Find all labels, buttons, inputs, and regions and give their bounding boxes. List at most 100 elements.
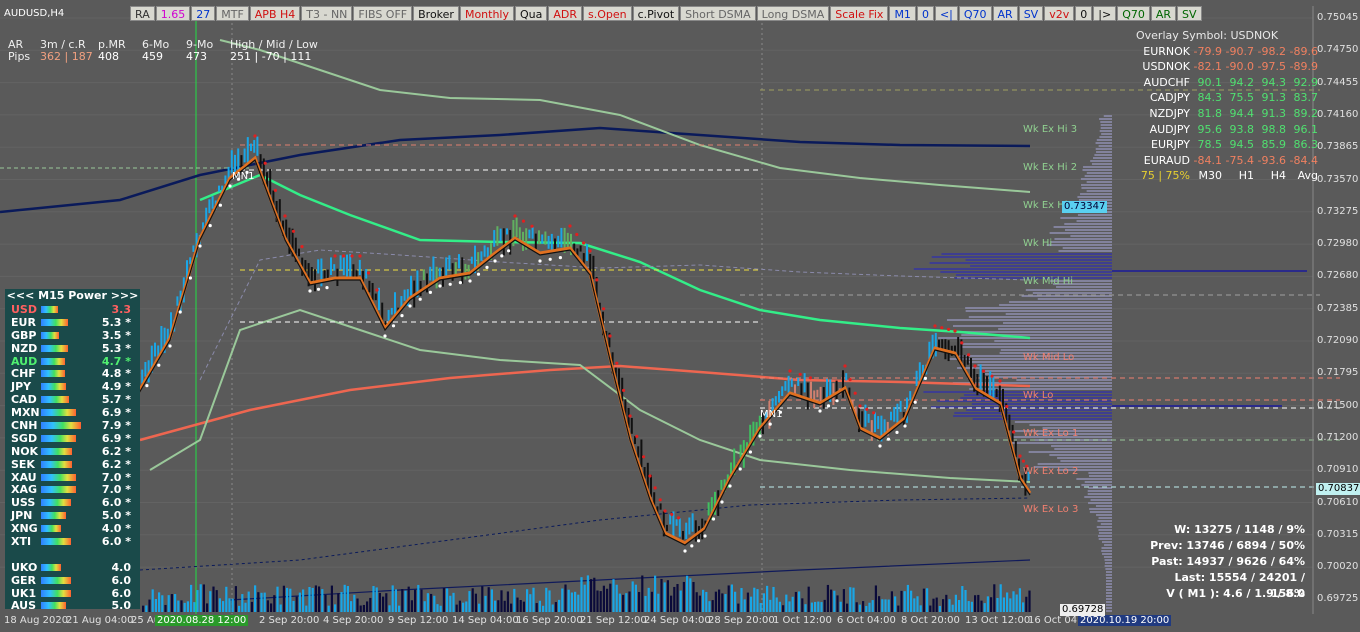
stats-value: 251 | -70 | 111	[230, 50, 312, 63]
toolbar-button[interactable]: AR	[1150, 6, 1177, 21]
stats-value: 408	[98, 50, 119, 63]
toolbar-button[interactable]: <|	[934, 6, 958, 21]
toolbar-button[interactable]: RA	[130, 6, 155, 21]
mn1-marker-2: MN1	[760, 409, 783, 420]
overlay-value: 94.2	[1229, 75, 1255, 89]
power-row: GBP 3.5 *	[5, 329, 140, 342]
overlay-value: 75.5	[1229, 91, 1255, 105]
level-label: Wk Ex Lo 1	[1023, 428, 1079, 439]
power-bar	[41, 551, 101, 558]
power-currency: GER	[11, 573, 37, 587]
power-row: USD 3.3	[5, 303, 140, 316]
level-label: Wk Lo	[1023, 390, 1054, 401]
overlay-row: AUDCHF 90.1 94.2 94.3 92.9	[1118, 75, 1318, 91]
level-label: Wk Ex Lo 3	[1023, 504, 1079, 515]
overlay-row: USDNOK -82.1 -90.0 -97.5 -89.9	[1118, 59, 1318, 75]
overlay-value: -75.4	[1225, 153, 1254, 167]
power-value: 6.0	[111, 586, 132, 600]
power-bar	[41, 383, 66, 391]
overlay-pair: NZDJPY	[1149, 106, 1190, 120]
overlay-value: 95.6	[1197, 122, 1223, 136]
toolbar-button[interactable]: ADR	[548, 6, 583, 21]
toolbar-button[interactable]: T3 - NN	[301, 6, 353, 21]
power-value: 4.9 *	[101, 380, 131, 394]
power-bar	[41, 409, 76, 417]
overlay-pair: USDNOK	[1142, 60, 1190, 74]
overlay-value: 96.1	[1293, 122, 1319, 136]
overlay-pct: 75 | 75%	[1140, 169, 1190, 183]
toolbar-button[interactable]: MTF	[216, 6, 249, 21]
power-row: EUR 5.3 *	[5, 316, 140, 329]
power-value: 7.0 *	[101, 483, 131, 497]
power-currency: JPN	[11, 509, 33, 523]
power-bar	[41, 576, 71, 584]
power-bar	[41, 357, 65, 365]
toolbar-button[interactable]: 27	[191, 6, 216, 21]
overlay-panel: Overlay Symbol: USDNOK EURNOK -79.9 -90.7-…	[1118, 28, 1318, 184]
toolbar-button[interactable]: Broker	[413, 6, 459, 21]
toolbar-button[interactable]: APB H4	[249, 6, 301, 21]
overlay-value: 90.1	[1197, 75, 1223, 89]
toolbar-button[interactable]: FIBS OFF	[353, 6, 413, 21]
level-label: Wk Ex Hi 2	[1023, 162, 1078, 173]
price-axis-label: 0.70610	[1317, 496, 1359, 508]
stats-value: 473	[186, 50, 207, 63]
overlay-pair: EURAUD	[1143, 153, 1190, 167]
power-currency: UK1	[11, 586, 37, 600]
toolbar-button[interactable]: 1.65	[155, 6, 191, 21]
time-axis-label: 28 Sep 20:00	[708, 615, 775, 626]
power-value: 3.3	[111, 302, 132, 316]
toolbar-button[interactable]: Long DSMA	[756, 6, 830, 21]
power-bar	[41, 460, 72, 468]
toolbar-button[interactable]: Q70	[1117, 6, 1150, 21]
price-axis-label: 0.72090	[1317, 335, 1359, 346]
price-axis-label: 0.71500	[1317, 399, 1359, 411]
power-row: XAU 7.0 *	[5, 471, 140, 484]
toolbar-button[interactable]: s.Open	[583, 6, 632, 21]
overlay-pair: EURNOK	[1143, 44, 1190, 58]
toolbar-button[interactable]: 0	[916, 6, 934, 21]
power-row: XTI 6.0 *	[5, 535, 140, 548]
toolbar-button[interactable]: Scale Fix	[830, 6, 889, 21]
toolbar-button[interactable]: c.Pivot	[632, 6, 680, 21]
overlay-value: 94.3	[1261, 75, 1287, 89]
overlay-value: -93.6	[1257, 153, 1286, 167]
level-label: Wk Mid Lo	[1023, 352, 1075, 363]
time-axis-label: 2020.08.28 12:00	[155, 615, 249, 626]
power-bar	[41, 421, 81, 429]
toolbar-button[interactable]: Q70	[958, 6, 992, 21]
power-value: 4.0 *	[101, 522, 131, 536]
toolbar-button[interactable]: SV	[1018, 6, 1044, 21]
power-currency: EUR	[11, 315, 36, 329]
power-currency: CHF	[11, 367, 36, 381]
overlay-value: 78.5	[1197, 138, 1223, 152]
toolbar-button[interactable]: M1	[889, 6, 916, 21]
toolbar-button[interactable]: v2v	[1044, 6, 1075, 21]
time-axis-label: 2020.10.19 20:00	[1078, 615, 1172, 626]
power-bar	[41, 602, 66, 610]
power-currency: CNH	[11, 418, 38, 432]
toolbar-button[interactable]: Monthly	[459, 6, 514, 21]
power-row: NOK 6.2 *	[5, 445, 140, 458]
price-axis-label: 0.75045	[1317, 12, 1359, 23]
toolbar-button[interactable]: |>	[1093, 6, 1117, 21]
power-currency: CAD	[11, 393, 37, 407]
overlay-row: AUDJPY 95.6 93.8 98.8 96.1	[1118, 122, 1318, 138]
power-currency: XTI	[11, 534, 32, 548]
power-row: NZD 5.3 *	[5, 342, 140, 355]
power-value: 4.7 *	[101, 354, 131, 368]
toolbar-button[interactable]: SV	[1177, 6, 1202, 21]
level-label: Wk Ex Lo 2	[1023, 466, 1079, 477]
toolbar-button[interactable]: AR	[992, 6, 1018, 21]
power-currency: AUD	[11, 354, 38, 368]
price-axis-label: 0.73275	[1317, 205, 1359, 217]
toolbar-button[interactable]: 0	[1075, 6, 1093, 21]
time-axis-label: 13 Oct 12:00	[965, 615, 1031, 626]
price-axis-label: 0.73570	[1317, 173, 1359, 185]
overlay-value: -82.1	[1193, 60, 1222, 74]
toolbar-button[interactable]: Short DSMA	[680, 6, 756, 21]
toolbar-button[interactable]: Qua	[515, 6, 548, 21]
overlay-value: -89.9	[1289, 60, 1318, 74]
power-bar	[41, 447, 72, 455]
summary-line: W: 13275 / 1148 / 9%	[1174, 523, 1305, 536]
